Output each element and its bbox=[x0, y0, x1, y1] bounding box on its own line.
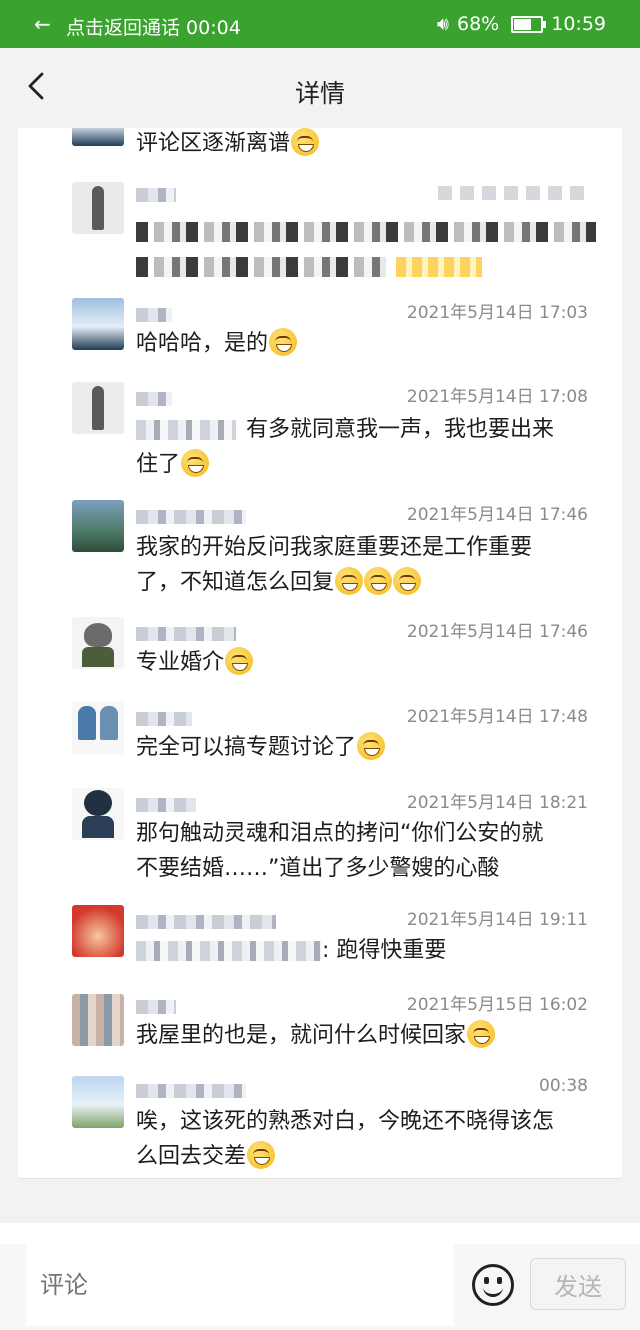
smirk-emoji-icon bbox=[269, 328, 298, 356]
grin-emoji-icon bbox=[181, 449, 210, 477]
comment-bar: 发送 bbox=[0, 1244, 640, 1330]
comment-list[interactable]: 评论区逐渐离谱 2021年5月14日 17:03 哈哈哈，是的 2021年5月1… bbox=[0, 128, 640, 1223]
user-avatar[interactable] bbox=[72, 702, 124, 754]
comment-text: 我家的开始反问我家庭重要还是工作重要 了，不知道怎么回复 bbox=[136, 535, 533, 595]
username-masked bbox=[136, 712, 192, 726]
laugh-cry-emoji-icon bbox=[467, 1020, 496, 1048]
user-avatar[interactable] bbox=[72, 788, 124, 840]
user-avatar[interactable] bbox=[72, 182, 124, 234]
grin-emoji-icon bbox=[357, 732, 386, 760]
username-masked bbox=[136, 188, 176, 202]
comment-text: 完全可以搞专题讨论了 bbox=[136, 730, 606, 765]
username-masked bbox=[136, 915, 276, 929]
laugh-emoji-icon bbox=[291, 128, 320, 156]
username-masked bbox=[136, 1000, 176, 1014]
username-masked bbox=[136, 798, 196, 812]
user-avatar[interactable] bbox=[72, 1076, 124, 1128]
clock: 10:59 bbox=[551, 13, 606, 35]
username-masked bbox=[136, 308, 172, 322]
time-masked bbox=[438, 186, 588, 200]
comment-time: 2021年5月15日 16:02 bbox=[406, 995, 588, 1015]
comment-time: 2021年5月14日 17:03 bbox=[406, 303, 588, 323]
comment-text: 我屋里的也是，就问什么时候回家 bbox=[136, 1018, 606, 1053]
laugh-cry-emoji-icon bbox=[247, 1141, 276, 1169]
comment-time: 2021年5月14日 17:46 bbox=[406, 505, 588, 525]
comment-text: 哈哈哈，是的 bbox=[136, 326, 606, 361]
page-title: 详情 bbox=[294, 79, 345, 108]
comment-time: 2021年5月14日 19:11 bbox=[406, 910, 588, 930]
comment-time: 00:38 bbox=[539, 1076, 588, 1096]
laugh-cry-emoji-icon bbox=[335, 567, 364, 595]
send-button[interactable]: 发送 bbox=[530, 1258, 626, 1310]
comment-card: 评论区逐渐离谱 2021年5月14日 17:03 哈哈哈，是的 2021年5月1… bbox=[18, 128, 622, 1179]
user-avatar[interactable] bbox=[72, 905, 124, 957]
username-masked bbox=[136, 392, 172, 406]
app-header: 详情 bbox=[0, 48, 640, 128]
comment-time: 2021年5月14日 17:46 bbox=[406, 622, 588, 642]
battery-icon bbox=[511, 15, 547, 33]
comment-time: 2021年5月14日 18:21 bbox=[406, 793, 588, 813]
laugh-cry-emoji-icon bbox=[364, 567, 393, 595]
comment-text-masked bbox=[136, 214, 606, 284]
emoji-icon[interactable] bbox=[472, 1264, 514, 1306]
comment-time: 2021年5月14日 17:08 bbox=[406, 387, 588, 407]
username-masked bbox=[136, 627, 236, 641]
username-masked bbox=[136, 1084, 246, 1098]
laugh-cry-emoji-icon bbox=[225, 647, 254, 675]
comment-time: 2021年5月14日 17:48 bbox=[406, 707, 588, 727]
user-avatar[interactable] bbox=[72, 500, 124, 552]
back-to-call-icon[interactable]: ← bbox=[34, 12, 51, 36]
user-avatar[interactable] bbox=[72, 617, 124, 669]
laugh-cry-emoji-icon bbox=[393, 567, 422, 595]
user-avatar[interactable] bbox=[72, 994, 124, 1046]
speaker-icon: 🔊︎ bbox=[437, 13, 449, 35]
return-to-call-text[interactable]: 点击返回通话 00:04 bbox=[66, 13, 241, 40]
comment-text: 有多就同意我一声，我也要出来 住了 bbox=[136, 417, 555, 477]
username-masked bbox=[136, 510, 246, 524]
comment-input[interactable] bbox=[26, 1244, 454, 1326]
user-avatar[interactable] bbox=[72, 382, 124, 434]
comment-text: : 跑得快重要 bbox=[136, 933, 606, 968]
comment-text: 专业婚介 bbox=[136, 645, 606, 680]
comment-text: 唉，这该死的熟悉对白，今晚还不晓得该怎 么回去交差 bbox=[136, 1109, 555, 1169]
comment-text: 那句触动灵魂和泪点的拷问“你们公安的就 不要结婚……”道出了多少警嫂的心酸 bbox=[136, 821, 544, 881]
status-bar: ← 点击返回通话 00:04 🔊︎ 68% 10:59 bbox=[0, 0, 640, 48]
battery-percent: 68% bbox=[457, 13, 500, 35]
user-avatar[interactable] bbox=[72, 128, 124, 146]
user-avatar[interactable] bbox=[72, 298, 124, 350]
comment-text: 评论区逐渐离谱 bbox=[136, 128, 606, 161]
